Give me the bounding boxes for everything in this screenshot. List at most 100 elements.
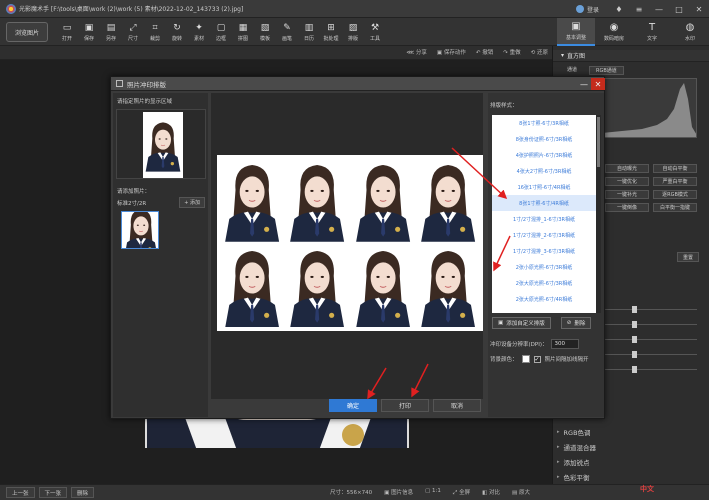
toolbar-material-button[interactable]: ✦ 素材	[188, 20, 210, 44]
layout-style-item[interactable]: 2张大原光照-6寸/3R相纸	[492, 275, 596, 291]
tab-watermark[interactable]: ◍ 水印	[671, 18, 709, 46]
slider-knob[interactable]	[632, 336, 637, 343]
toolbar-border-button[interactable]: ▢ 边框	[210, 20, 232, 44]
toolbar-resize-button[interactable]: ⤢ 尺寸	[122, 20, 144, 44]
menu-icon[interactable]: ≡	[629, 0, 649, 18]
save-action-button[interactable]: ▣ 保存动作	[437, 48, 466, 56]
toolbar-batch-button[interactable]: ⊞ 批处理	[320, 20, 342, 44]
dpi-label: 冲印设备分辨率(DPI)：	[490, 342, 548, 348]
photo-thumbnail[interactable]	[121, 211, 159, 249]
adjust-button[interactable]: 自动白平衡	[653, 164, 697, 173]
layout-style-item[interactable]: 1寸/2寸混排_3-6寸/3R相纸	[492, 243, 596, 259]
adjust-button[interactable]: 一键倒像	[605, 203, 649, 212]
adjust-button[interactable]: 一键补光	[605, 190, 649, 199]
layout-style-item[interactable]: 2张大原光照-6寸/4R相纸	[492, 291, 596, 307]
layout-style-item[interactable]: 8张1寸照-6寸/3R相纸	[492, 115, 596, 131]
crop-portrait	[143, 112, 183, 178]
adjust-button[interactable]: 自动曝光	[605, 164, 649, 173]
toolbar-collage-button[interactable]: ▦ 拼图	[232, 20, 254, 44]
browse-images-button[interactable]: 浏览图片	[6, 22, 48, 42]
crop-area-preview[interactable]	[116, 109, 206, 179]
slider-knob[interactable]	[632, 351, 637, 358]
layout-style-item[interactable]: 4张护照照片-6寸/3R相纸	[492, 147, 596, 163]
toolbar-template-button[interactable]: ▧ 模板	[254, 20, 276, 44]
layout-style-item[interactable]: 8张身份证照-6寸/3R相纸	[492, 131, 596, 147]
panel-section-item[interactable]: ▸ 添加锐点	[557, 454, 705, 469]
print-button[interactable]: 打印	[381, 399, 429, 412]
minimize-button[interactable]: —	[649, 0, 669, 18]
delete-image-button[interactable]: 删除	[71, 487, 95, 498]
tab-adjust[interactable]: ▣ 基本调整	[557, 18, 595, 46]
dialog-minimize-button[interactable]: —	[577, 78, 591, 90]
prev-image-button[interactable]: 上一张	[6, 487, 35, 498]
add-photo-button[interactable]: + 添加	[179, 197, 205, 208]
layout-style-item[interactable]: 1寸/2寸混排_2-6寸/3R相纸	[492, 227, 596, 243]
tab-text[interactable]: T 文字	[633, 18, 671, 46]
image-info-button[interactable]: ▣ 图片信息	[384, 488, 413, 497]
ok-button[interactable]: 确定	[329, 399, 377, 412]
toolbar-layout-button[interactable]: ▨ 排版	[342, 20, 364, 44]
style-list-scrollbar[interactable]	[596, 115, 601, 313]
adjust-button[interactable]: 严重白平衡	[653, 177, 697, 186]
histogram-header[interactable]: ▾ 直方图	[553, 50, 709, 62]
layout-style-item[interactable]: 16张1寸照-6寸/4R相纸	[492, 179, 596, 195]
panel-section-item[interactable]: ▸ 色彩平衡	[557, 469, 705, 484]
add-layout-icon: ▣	[498, 320, 504, 326]
login-label: 登录	[586, 6, 599, 14]
panel-section-item[interactable]: ▸ 通道混合器	[557, 439, 705, 454]
toolbar-save-as-button[interactable]: ▤ 另存	[100, 20, 122, 44]
toolbar-save-button[interactable]: ▣ 保存	[78, 20, 100, 44]
login-button[interactable]: 登录	[575, 5, 599, 14]
toolbar-calendar-button[interactable]: ▥ 日历	[298, 20, 320, 44]
layout-style-list: 8张1寸照-6寸/3R相纸 8张身份证照-6寸/3R相纸 4张护照照片-6寸/3R相…	[492, 115, 596, 313]
slider-knob[interactable]	[632, 306, 637, 313]
close-button[interactable]: ✕	[689, 0, 709, 18]
slider-knob[interactable]	[632, 321, 637, 328]
dialog-icon	[116, 80, 123, 87]
layout-style-item[interactable]: 4张大2寸照-6寸/3R相纸	[492, 163, 596, 179]
user-avatar-icon	[575, 5, 584, 13]
portrait-image	[416, 244, 479, 327]
toolbar-tools-button[interactable]: ⚒ 工具	[364, 20, 386, 44]
redo-button[interactable]: ↷ 重做	[503, 48, 520, 56]
undo-button[interactable]: ↶ 撤销	[476, 48, 493, 56]
adjust-button[interactable]: 白平衡一指键	[653, 203, 697, 212]
cancel-button[interactable]: 取消	[433, 399, 481, 412]
add-custom-layout-button[interactable]: ▣ 添加自定义排版	[492, 317, 551, 329]
layout-style-item[interactable]: 1寸/2寸混排_1-6寸/3R相纸	[492, 211, 596, 227]
original-size-button[interactable]: ▤ 原大	[512, 488, 530, 497]
text-icon: T	[648, 22, 656, 33]
adjust-button[interactable]: 一键优化	[605, 177, 649, 186]
layout-style-item[interactable]: 2张小原光照-6寸/3R相纸	[492, 259, 596, 275]
slider-knob[interactable]	[632, 366, 637, 373]
dpi-input[interactable]: 300	[551, 339, 580, 349]
toolbar-crop-button[interactable]: ⌗ 裁剪	[144, 20, 166, 44]
toolbar-brush-button[interactable]: ✎ 画笔	[276, 20, 298, 44]
adjust-button[interactable]: 逐RGB模式	[653, 190, 697, 199]
maximize-button[interactable]: □	[669, 0, 689, 18]
toolbar-folder-button[interactable]: ▭ 打开	[56, 20, 78, 44]
delete-layout-button[interactable]: ⊘ 删除	[560, 317, 592, 329]
dialog-close-button[interactable]: ✕	[591, 78, 605, 90]
toolbar-label: 旋转	[171, 35, 182, 42]
tab-darkroom[interactable]: ◉ 数码暗房	[595, 18, 633, 46]
dialog-title-bar[interactable]: 照片冲印排版 — ✕	[111, 77, 605, 91]
toolbar-label: 工具	[369, 35, 380, 42]
gap-line-checkbox[interactable]: ✓	[533, 355, 541, 363]
compare-button[interactable]: ◧ 对比	[482, 488, 500, 497]
reset-button[interactable]: 重置	[677, 252, 699, 262]
next-image-button[interactable]: 下一张	[38, 487, 68, 498]
bg-color-swatch[interactable]	[521, 355, 530, 363]
chevron-right-icon: ▸	[557, 473, 560, 480]
print-layout-dialog: 照片冲印排版 — ✕ 请指定照片的显示区域 请添加照片： 标准2寸/2R + 添加	[110, 76, 605, 419]
layout-style-item[interactable]: 8张1寸照-6寸/4R相纸	[492, 195, 596, 211]
channel-select[interactable]: RGB通道	[589, 66, 624, 75]
actual-size-button[interactable]: ▢ 1:1	[425, 488, 441, 497]
toolbar-label: 素材	[193, 35, 204, 42]
skin-icon[interactable]: ♦	[609, 0, 629, 18]
fullscreen-button[interactable]: ⤢ 全屏	[453, 488, 470, 497]
share-button[interactable]: ⋘ 分享	[406, 48, 427, 56]
restore-button[interactable]: ⟲ 还原	[531, 48, 548, 56]
panel-section-item[interactable]: ▸ RGB色调	[557, 424, 705, 439]
toolbar-rotate-button[interactable]: ↻ 旋转	[166, 20, 188, 44]
